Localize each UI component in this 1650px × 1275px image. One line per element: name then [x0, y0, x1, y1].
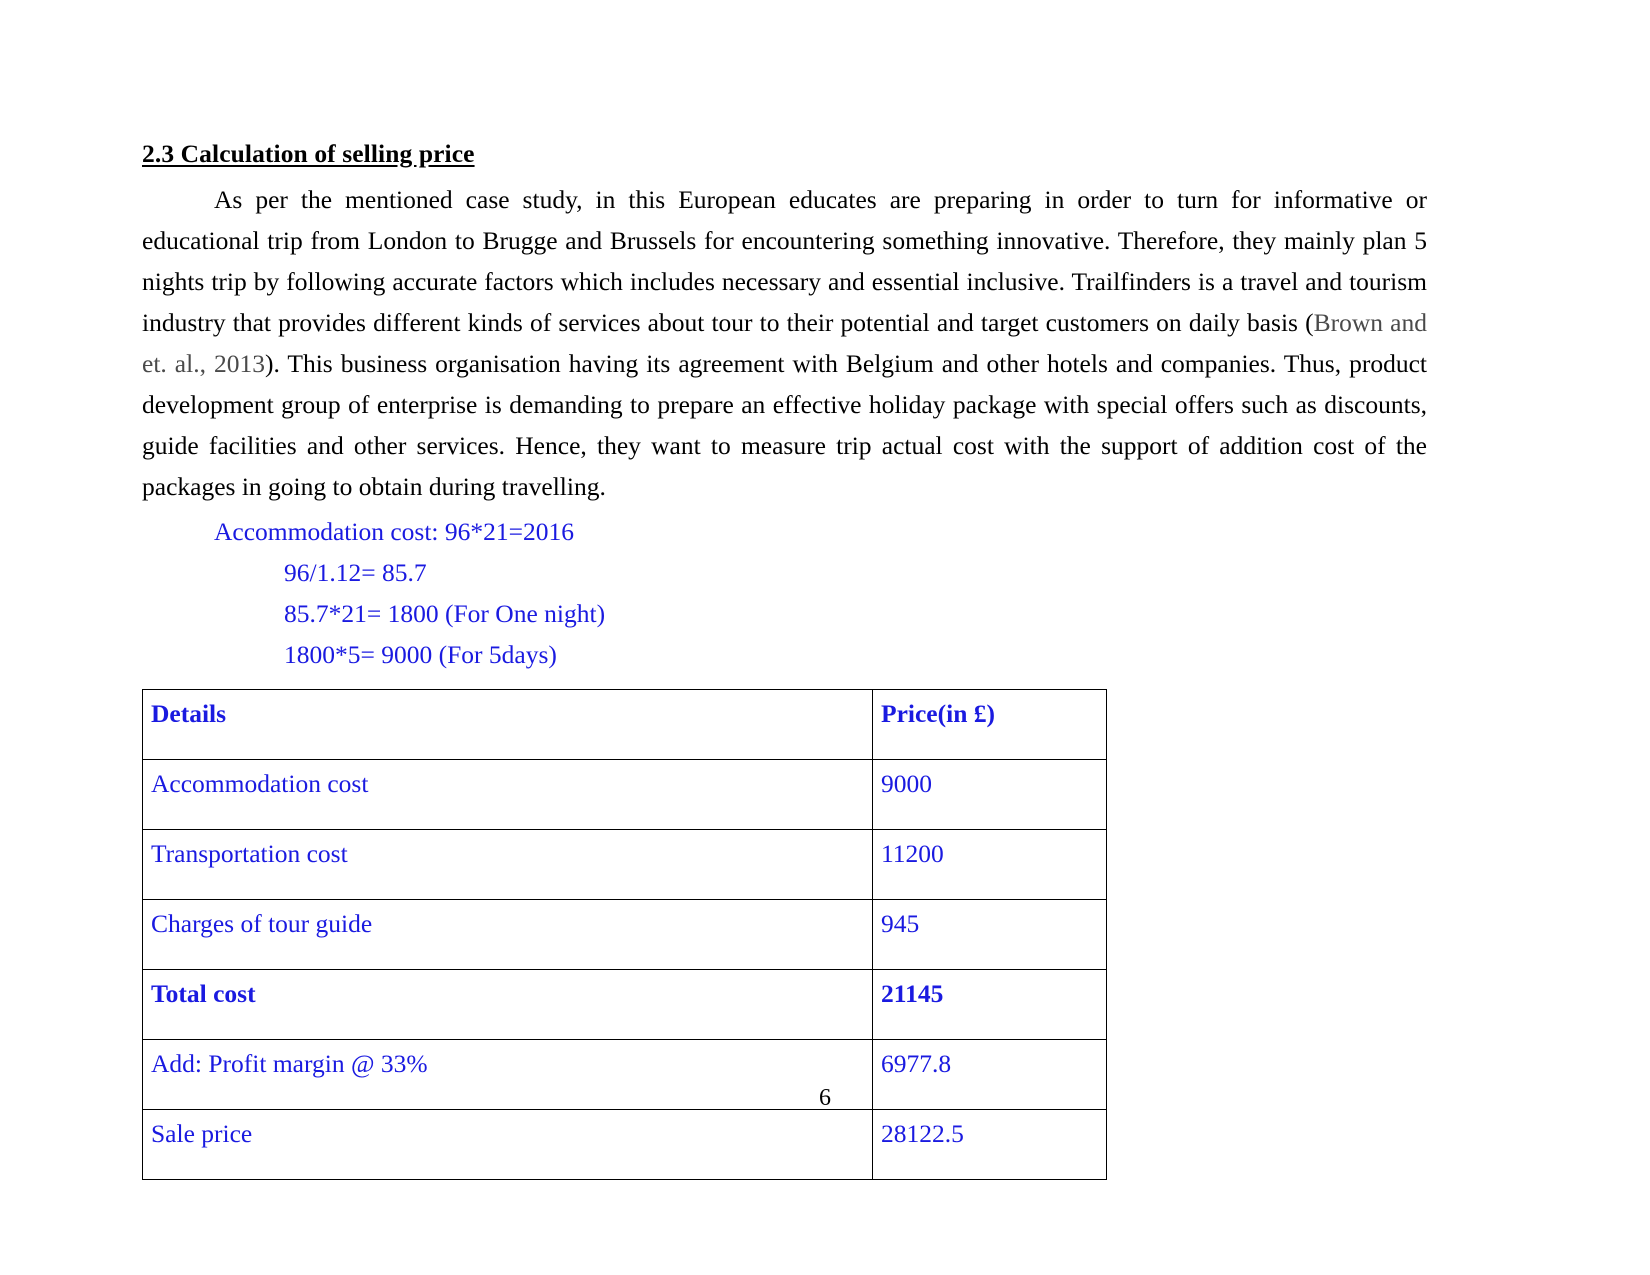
table-row: Transportation cost 11200 — [142, 828, 1107, 900]
body-paragraph: As per the mentioned case study, in this… — [142, 179, 1427, 507]
table-row: Charges of tour guide 945 — [142, 898, 1107, 970]
table-header-price: Price(in £) — [872, 688, 1107, 760]
calculation-block: Accommodation cost: 96*21=2016 96/1.12= … — [142, 511, 1427, 675]
table-header-details: Details — [142, 688, 873, 760]
page-number: 6 — [819, 1085, 831, 1111]
table-cell-details: Total cost — [142, 968, 873, 1040]
table-row: Accommodation cost 9000 — [142, 758, 1107, 830]
table-cell-price: 28122.5 — [872, 1108, 1107, 1180]
section-heading: 2.3 Calculation of selling price — [142, 141, 1427, 167]
table-cell-details: Sale price — [142, 1108, 873, 1180]
paragraph-part-2: ). This business organisation having its… — [142, 348, 1427, 501]
table-row: Sale price 28122.5 — [142, 1108, 1107, 1180]
table-cell-price: 11200 — [872, 828, 1107, 900]
table-cell-details: Charges of tour guide — [142, 898, 873, 970]
table-cell-price: 945 — [872, 898, 1107, 970]
paragraph-part-1: As per the mentioned case study, in this… — [142, 184, 1427, 337]
table-cell-price: 9000 — [872, 758, 1107, 830]
calculation-line-one-night: 85.7*21= 1800 (For One night) — [284, 598, 606, 628]
page-content: 2.3 Calculation of selling price As per … — [142, 141, 1427, 1180]
document-page: 2.3 Calculation of selling price As per … — [0, 0, 1650, 1275]
calculation-line-five-days: 1800*5= 9000 (For 5days) — [284, 639, 557, 669]
section-heading-text: 2.3 Calculation of selling price — [142, 139, 475, 168]
table-cell-price: 21145 — [872, 968, 1107, 1040]
calculation-line-divide: 96/1.12= 85.7 — [284, 557, 427, 587]
table-row-total: Total cost 21145 — [142, 968, 1107, 1040]
table-cell-details: Transportation cost — [142, 828, 873, 900]
table-header-row: Details Price(in £) — [142, 688, 1107, 760]
calculation-line-accommodation: Accommodation cost: 96*21=2016 — [214, 516, 575, 546]
table-cell-details: Accommodation cost — [142, 758, 873, 830]
